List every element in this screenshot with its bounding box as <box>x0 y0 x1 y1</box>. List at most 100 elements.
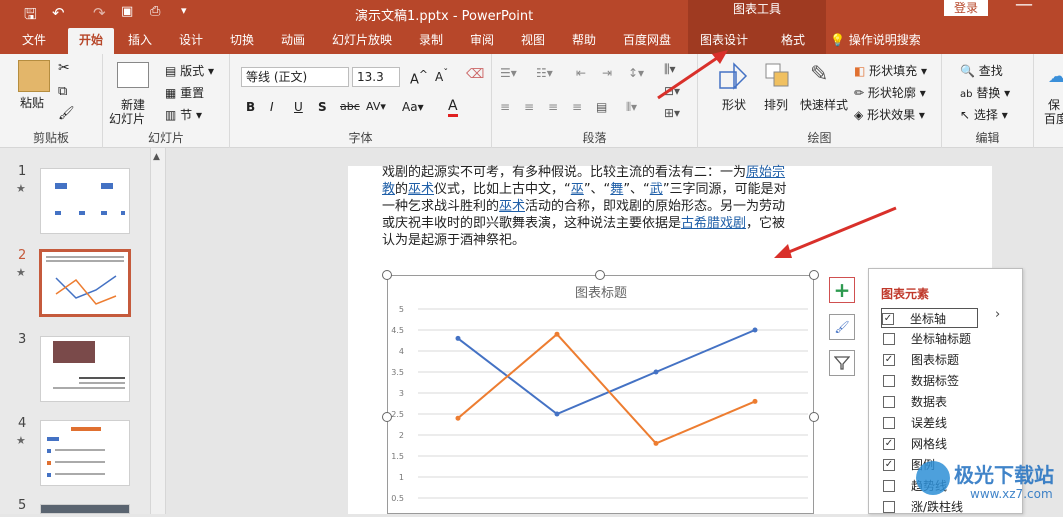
change-case-icon[interactable]: Aa▾ <box>402 100 424 114</box>
data-point[interactable] <box>653 369 659 375</box>
link-wu[interactable]: 巫 <box>571 182 584 197</box>
chart-element-option[interactable]: ✓ 网格线 <box>883 434 977 454</box>
shrink-font-icon[interactable]: Aˇ <box>435 68 448 84</box>
quick-styles-icon[interactable]: ✎ <box>810 62 828 87</box>
tab-animations[interactable]: 动画 <box>277 28 309 54</box>
paste-label[interactable]: 粘贴 <box>20 94 44 111</box>
resize-handle-left[interactable] <box>382 412 392 422</box>
tab-transitions[interactable]: 切换 <box>226 28 258 54</box>
link-ancient-greek-drama[interactable]: 古希腊戏剧 <box>681 216 746 231</box>
checkbox-unchecked-icon[interactable] <box>883 375 895 387</box>
italic-icon[interactable]: I <box>270 100 274 114</box>
font-color-icon[interactable]: A <box>448 98 458 117</box>
new-slide-icon[interactable] <box>117 62 149 88</box>
thumbnail-scrollbar[interactable]: ▲ <box>150 148 166 514</box>
scroll-up-icon[interactable]: ▲ <box>153 152 160 162</box>
shadow-icon[interactable]: S <box>318 100 327 114</box>
link-witchcraft[interactable]: 巫术 <box>408 182 434 197</box>
line-spacing-icon[interactable]: ↕▾ <box>628 66 644 80</box>
checkbox-unchecked-icon[interactable] <box>883 417 895 429</box>
customize-qa-icon[interactable]: ▾ <box>181 4 187 17</box>
slide-text-paragraph[interactable]: 戏剧的起源实不可考，有多种假说。比较主流的看法有二：一为原始宗教的巫术仪式，比如… <box>382 164 796 249</box>
checkbox-checked-icon[interactable]: ✓ <box>883 354 895 366</box>
replace-button[interactable]: ab 替换 ▾ <box>960 84 1010 101</box>
chart-title[interactable]: 图表标题 <box>575 286 627 301</box>
checkbox-unchecked-icon[interactable] <box>883 396 895 408</box>
data-point[interactable] <box>752 327 758 333</box>
chart-element-option[interactable]: 误差线 <box>883 413 977 433</box>
tab-help[interactable]: 帮助 <box>568 28 600 54</box>
chart-element-option[interactable]: 数据标签 <box>883 371 977 391</box>
data-point[interactable] <box>752 398 758 404</box>
increase-indent-icon[interactable]: ⇥ <box>602 66 612 80</box>
cloud-save-icon[interactable]: ☁ <box>1048 66 1063 87</box>
distribute-icon[interactable]: ▤ <box>596 100 607 114</box>
data-point[interactable] <box>455 415 461 421</box>
decrease-indent-icon[interactable]: ⇤ <box>576 66 586 80</box>
tab-view[interactable]: 视图 <box>517 28 549 54</box>
new-slide-label-2[interactable]: 幻灯片 <box>109 110 145 127</box>
link-wu-dance[interactable]: 舞 <box>610 182 623 197</box>
slide-thumbnail-2[interactable] <box>39 249 131 317</box>
bold-icon[interactable]: B <box>246 100 255 114</box>
bullets-icon[interactable]: ☰▾ <box>500 66 517 80</box>
chart-element-option[interactable]: 数据表 <box>883 392 977 412</box>
chart-object[interactable]: 图表标题 5 4.5 4 3.5 3 2.5 2 1.5 1 0.5 <box>387 275 814 514</box>
checkbox-checked-icon[interactable]: ✓ <box>882 313 894 325</box>
font-size-select[interactable]: 13.3 <box>352 67 400 87</box>
align-right-icon[interactable]: ≡ <box>548 100 558 114</box>
grow-font-icon[interactable]: A^ <box>410 68 428 87</box>
undo-icon[interactable]: ↶ <box>52 4 65 22</box>
present-icon[interactable]: ▣ <box>121 4 133 19</box>
underline-icon[interactable]: U <box>294 100 303 114</box>
shape-fill-button[interactable]: ◧ 形状填充 ▾ <box>854 62 927 79</box>
chart-elements-button[interactable]: + <box>829 277 855 303</box>
tab-file[interactable]: 文件 <box>18 28 50 54</box>
slide-thumbnail-3[interactable] <box>40 336 130 402</box>
shape-effects-button[interactable]: ◈ 形状效果 ▾ <box>854 106 925 123</box>
clear-format-icon[interactable]: ⌫ <box>466 67 484 82</box>
checkbox-unchecked-icon[interactable] <box>883 333 895 345</box>
slide-thumbnail-4[interactable] <box>40 420 130 486</box>
justify-icon[interactable]: ≡ <box>572 100 582 114</box>
smartart-icon[interactable]: ⊞▾ <box>664 106 680 120</box>
tab-format[interactable]: 格式 <box>760 28 826 54</box>
align-center-icon[interactable]: ≡ <box>524 100 534 114</box>
tab-insert[interactable]: 插入 <box>124 28 156 54</box>
shape-outline-button[interactable]: ✏ 形状轮廓 ▾ <box>854 84 926 101</box>
numbering-icon[interactable]: ☷▾ <box>536 66 553 80</box>
find-button[interactable]: 🔍 查找 <box>960 62 1003 79</box>
tab-home[interactable]: 开始 <box>68 28 114 54</box>
data-point[interactable] <box>653 440 659 446</box>
checkbox-checked-icon[interactable]: ✓ <box>883 459 895 471</box>
strikethrough-icon[interactable]: abc <box>340 100 360 113</box>
slide-thumbnail-5[interactable] <box>40 504 130 514</box>
redo-icon[interactable]: ↷ <box>93 4 106 22</box>
chevron-right-icon[interactable]: › <box>995 307 1000 322</box>
link-wu-martial[interactable]: 武 <box>650 182 663 197</box>
tab-design[interactable]: 设计 <box>175 28 207 54</box>
checkbox-unchecked-icon[interactable] <box>883 480 895 492</box>
chart-filters-button[interactable] <box>829 350 855 376</box>
chart-element-option[interactable]: ✓ 坐标轴 <box>881 308 978 328</box>
checkbox-checked-icon[interactable]: ✓ <box>883 438 895 450</box>
layout-button[interactable]: ▤ 版式 ▾ <box>165 62 214 79</box>
login-button[interactable]: 登录 <box>944 0 988 16</box>
save-label-2[interactable]: 百度 <box>1044 110 1063 127</box>
resize-handle-top[interactable] <box>595 270 605 280</box>
slide-thumbnail-1[interactable] <box>40 168 130 234</box>
tab-review[interactable]: 审阅 <box>466 28 498 54</box>
reset-button[interactable]: ▦ 重置 <box>165 84 204 101</box>
resize-handle-right[interactable] <box>809 412 819 422</box>
align-left-icon[interactable]: ≡ <box>500 100 510 114</box>
resize-handle-top-right[interactable] <box>809 270 819 280</box>
save-icon[interactable]: 🖫 <box>24 4 37 29</box>
select-button[interactable]: ↖ 选择 ▾ <box>960 106 1008 123</box>
data-point[interactable] <box>455 335 461 341</box>
arrange-icon[interactable] <box>764 62 792 90</box>
tab-record[interactable]: 录制 <box>415 28 447 54</box>
link-witchcraft-2[interactable]: 巫术 <box>499 199 525 214</box>
data-point[interactable] <box>554 331 560 337</box>
chart-element-option[interactable]: ✓ 图表标题 <box>883 350 977 370</box>
data-point[interactable] <box>554 411 560 417</box>
